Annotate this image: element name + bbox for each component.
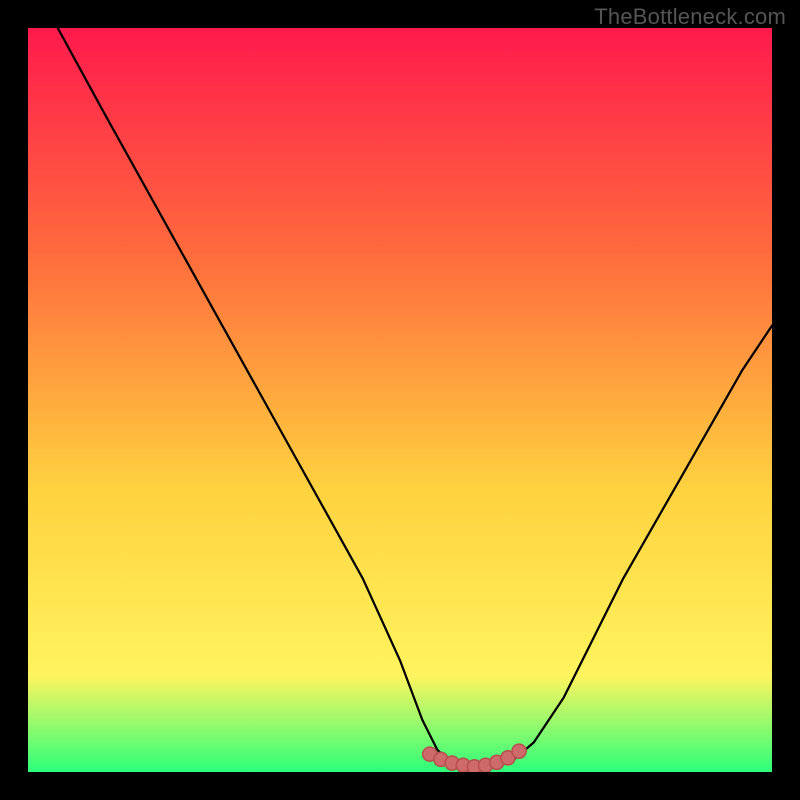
- marker-layer: [28, 28, 772, 772]
- plot-area: [28, 28, 772, 772]
- watermark-text: TheBottleneck.com: [594, 4, 786, 30]
- marker-dot: [512, 744, 526, 758]
- chart-frame: TheBottleneck.com: [0, 0, 800, 800]
